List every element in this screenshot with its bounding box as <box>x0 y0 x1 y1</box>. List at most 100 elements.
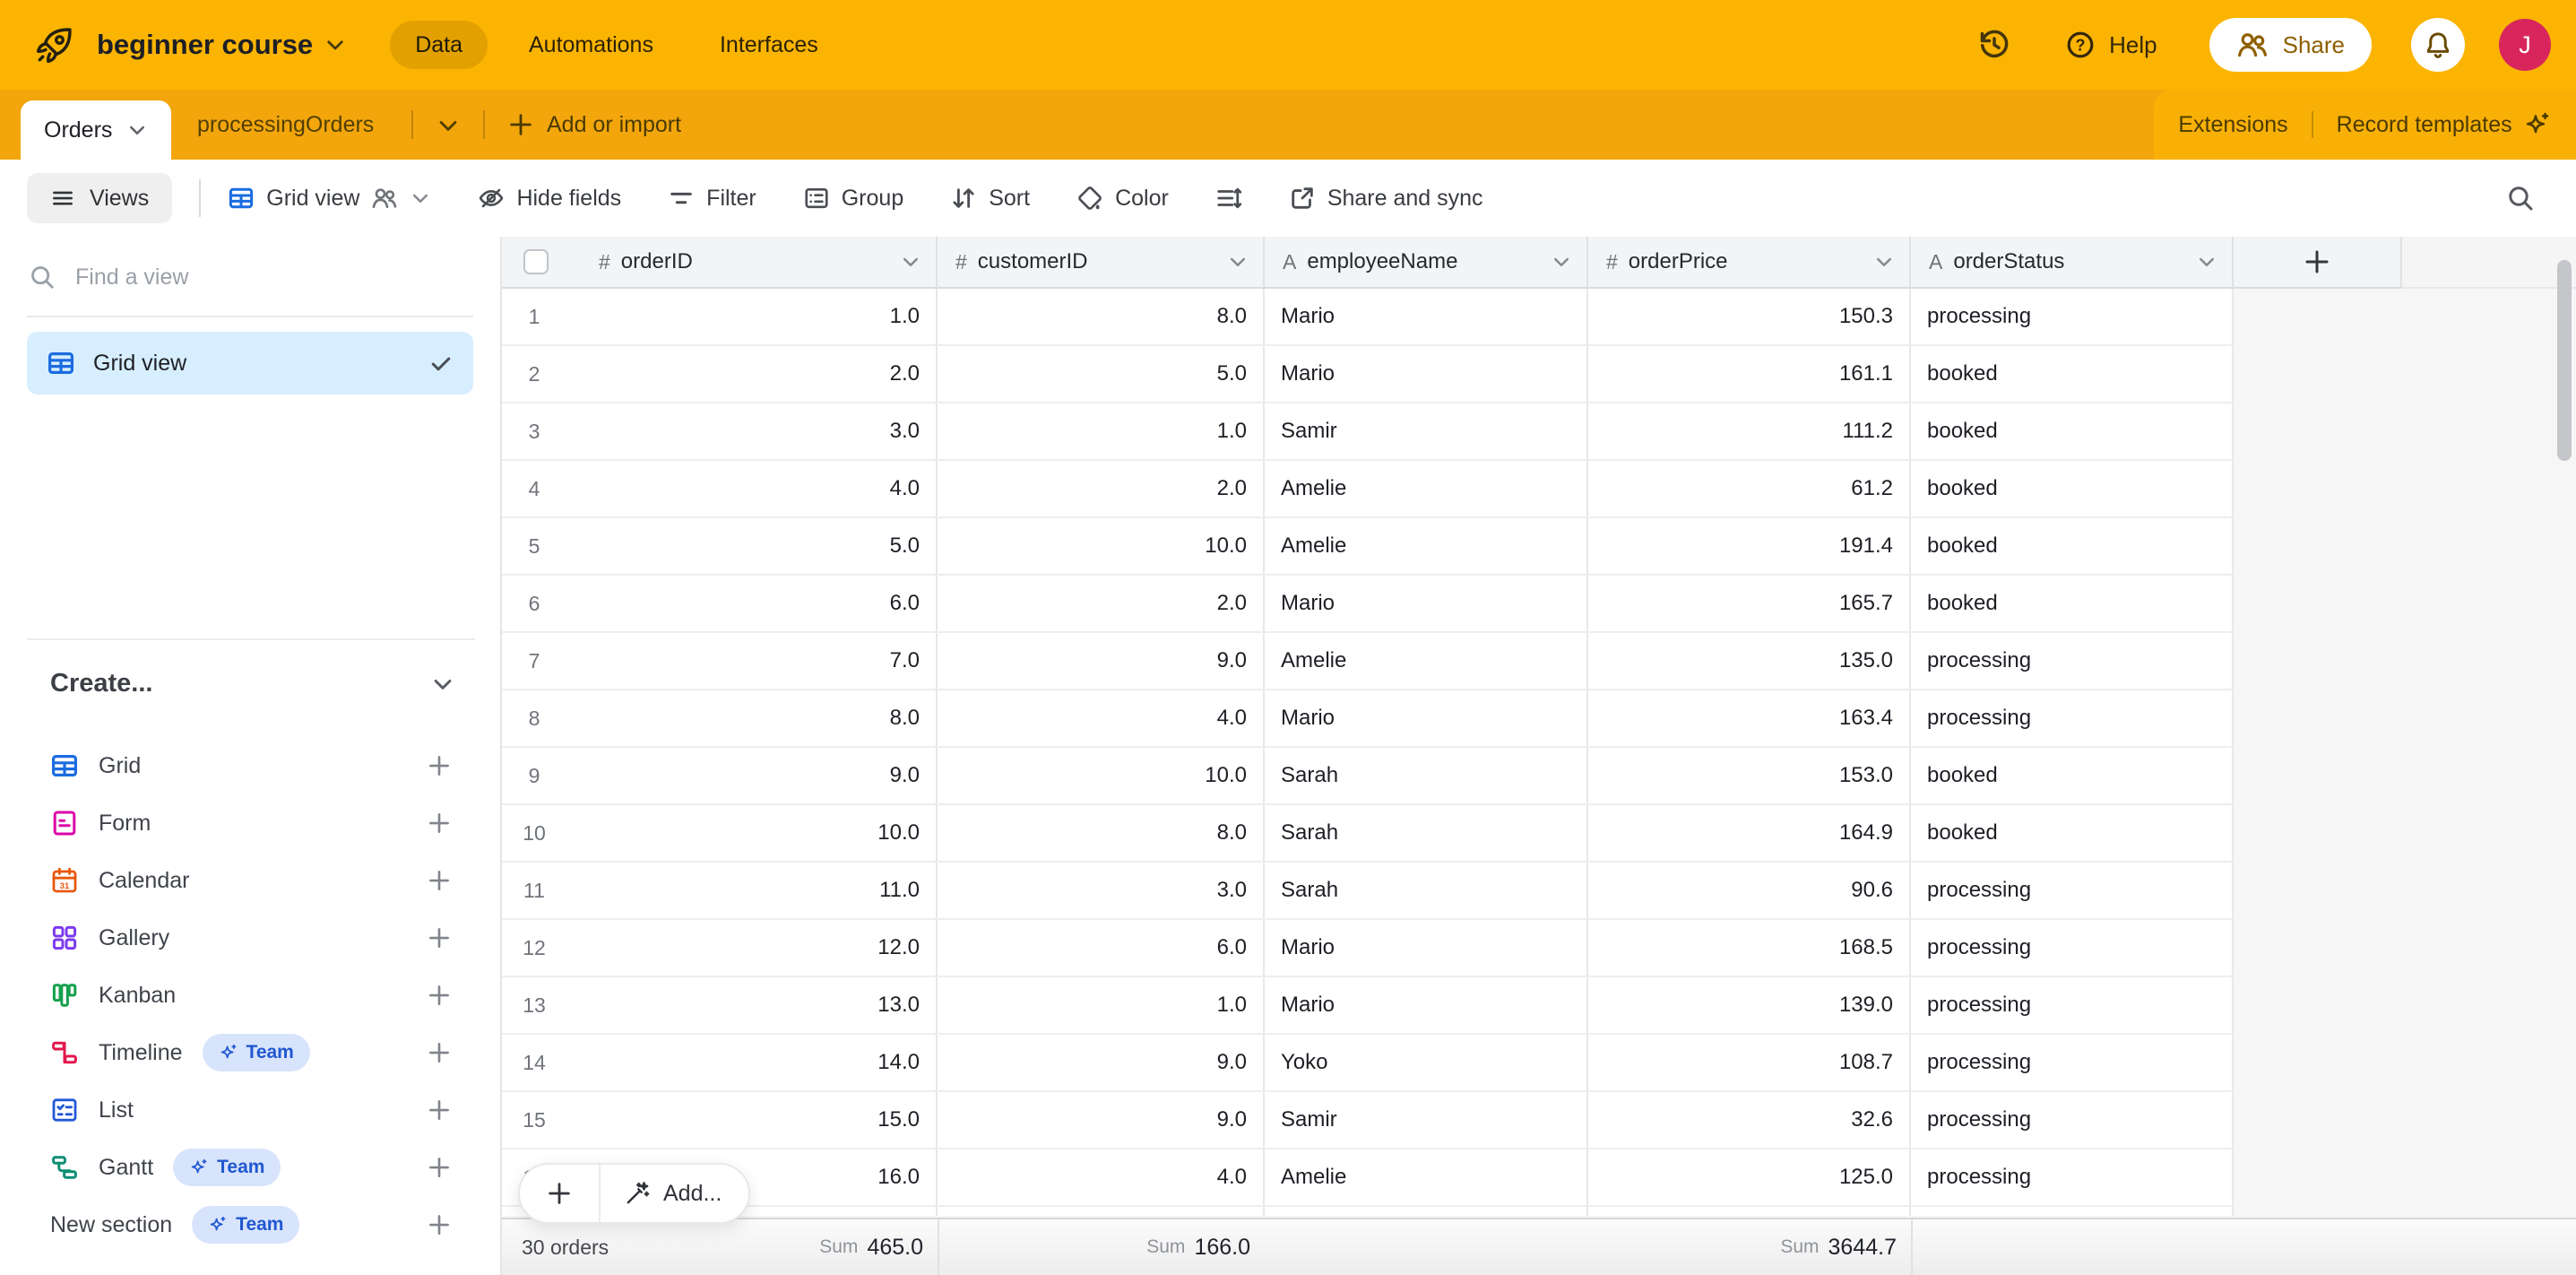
cell-orderstatus[interactable]: booked <box>1911 461 2234 516</box>
cell-orderid[interactable]: 11.0 <box>502 289 938 344</box>
cell-employeename[interactable]: Mario <box>1265 576 1588 631</box>
add-view-button[interactable] <box>427 983 452 1008</box>
cell-orderid[interactable]: 55.0 <box>502 518 938 574</box>
hide-fields-button[interactable]: Hide fields <box>478 185 621 212</box>
cell-orderstatus[interactable]: booked <box>1911 346 2234 402</box>
cell-orderprice[interactable]: 125.0 <box>1588 1149 1911 1205</box>
cell-customerid[interactable]: 8.0 <box>938 805 1265 861</box>
column-header-orderid[interactable]: #orderID <box>502 237 938 289</box>
chevron-down-icon[interactable] <box>324 33 347 56</box>
tab-orders[interactable]: Orders <box>21 100 171 160</box>
nav-tab-automations[interactable]: Automations <box>504 21 679 69</box>
cell-orderstatus[interactable]: processing <box>1911 863 2234 918</box>
notifications-button[interactable] <box>2411 18 2465 72</box>
cell-orderid[interactable]: 1111.0 <box>502 863 938 918</box>
cell-orderid[interactable]: 88.0 <box>502 690 938 746</box>
cell-orderid[interactable]: 77.0 <box>502 633 938 689</box>
add-record-button[interactable] <box>520 1165 599 1222</box>
cell-orderid[interactable]: 1515.0 <box>502 1092 938 1148</box>
cell-orderstatus[interactable]: booked <box>1911 403 2234 459</box>
cell-orderprice[interactable]: 165.7 <box>1588 576 1911 631</box>
cell-orderprice[interactable]: 191.4 <box>1588 518 1911 574</box>
find-view-input[interactable] <box>75 265 473 291</box>
cell-customerid[interactable]: 1.0 <box>938 403 1265 459</box>
create-item-kanban[interactable]: Kanban <box>0 967 500 1024</box>
cell-customerid[interactable]: 9.0 <box>938 633 1265 689</box>
add-or-import-button[interactable]: Add or import <box>507 90 681 160</box>
cell-orderid[interactable]: 22.0 <box>502 346 938 402</box>
create-item-list[interactable]: List <box>0 1081 500 1139</box>
add-view-button[interactable] <box>427 1097 452 1123</box>
create-section-header[interactable]: Create... <box>50 669 455 698</box>
workspace-title[interactable]: beginner course <box>97 29 313 61</box>
cell-employeename[interactable]: Mario <box>1265 977 1588 1033</box>
cell-employeename[interactable]: Yoko <box>1265 1035 1588 1090</box>
search-icon[interactable] <box>2506 184 2535 212</box>
cell-orderprice[interactable]: 153.0 <box>1588 748 1911 803</box>
share-and-sync-button[interactable]: Share and sync <box>1289 185 1483 212</box>
views-button[interactable]: Views <box>27 173 172 223</box>
cell-orderstatus[interactable]: processing <box>1911 920 2234 976</box>
cell-customerid[interactable]: 9.0 <box>938 1092 1265 1148</box>
table-list-chevron-icon[interactable] <box>436 113 461 138</box>
cell-orderid[interactable]: 1414.0 <box>502 1035 938 1090</box>
add-view-button[interactable] <box>427 925 452 950</box>
cell-orderprice[interactable]: 164.9 <box>1588 805 1911 861</box>
record-templates-button[interactable]: Record templates <box>2337 112 2512 138</box>
cell-employeename[interactable]: Mario <box>1265 690 1588 746</box>
cell-orderprice[interactable]: 111.2 <box>1588 403 1911 459</box>
cell-customerid[interactable]: 6.0 <box>938 920 1265 976</box>
create-item-new-section[interactable]: New sectionTeam <box>0 1196 500 1253</box>
cell-orderstatus[interactable]: processing <box>1911 289 2234 344</box>
cell-orderstatus[interactable]: processing <box>1911 1092 2234 1148</box>
cell-orderprice[interactable]: 163.4 <box>1588 690 1911 746</box>
cell-employeename[interactable]: Amelie <box>1265 633 1588 689</box>
cell-orderstatus[interactable]: processing <box>1911 633 2234 689</box>
cell-employeename[interactable]: Sarah <box>1265 748 1588 803</box>
tab-processingorders[interactable]: processingOrders <box>197 90 374 160</box>
add-view-button[interactable] <box>427 1155 452 1180</box>
cell-orderstatus[interactable]: booked <box>1911 576 2234 631</box>
filter-button[interactable]: Filter <box>668 185 756 212</box>
add-view-button[interactable] <box>427 868 452 893</box>
cell-orderprice[interactable]: 32.6 <box>1588 1092 1911 1148</box>
cell-orderstatus[interactable]: booked <box>1911 805 2234 861</box>
create-item-gallery[interactable]: Gallery <box>0 909 500 967</box>
color-button[interactable]: Color <box>1076 185 1169 212</box>
cell-employeename[interactable]: Mario <box>1265 346 1588 402</box>
select-all-checkbox[interactable] <box>523 249 549 274</box>
cell-customerid[interactable]: 4.0 <box>938 1149 1265 1205</box>
cell-customerid[interactable]: 1.0 <box>938 977 1265 1033</box>
cell-employeename[interactable]: Mario <box>1265 289 1588 344</box>
cell-orderprice[interactable]: 150.3 <box>1588 289 1911 344</box>
add-view-button[interactable] <box>427 811 452 836</box>
cell-customerid[interactable]: 4.0 <box>938 690 1265 746</box>
cell-orderstatus[interactable]: processing <box>1911 1149 2234 1205</box>
cell-customerid[interactable]: 10.0 <box>938 748 1265 803</box>
cell-customerid[interactable]: 5.0 <box>938 346 1265 402</box>
column-header-customerid[interactable]: #customerID <box>938 237 1265 289</box>
cell-orderstatus[interactable]: processing <box>1911 977 2234 1033</box>
cell-employeename[interactable]: Amelie <box>1265 518 1588 574</box>
avatar[interactable]: J <box>2499 19 2551 71</box>
sidebar-view-grid-view[interactable]: Grid view <box>27 332 473 395</box>
cell-orderid[interactable]: 99.0 <box>502 748 938 803</box>
column-header-orderstatus[interactable]: AorderStatus <box>1911 237 2234 289</box>
cell-orderid[interactable]: 66.0 <box>502 576 938 631</box>
cell-orderstatus[interactable]: processing <box>1911 690 2234 746</box>
group-button[interactable]: Group <box>803 185 903 212</box>
cell-orderid[interactable]: 33.0 <box>502 403 938 459</box>
cell-orderid[interactable]: 1313.0 <box>502 977 938 1033</box>
cell-orderprice[interactable]: 61.2 <box>1588 461 1911 516</box>
cell-orderprice[interactable]: 90.6 <box>1588 863 1911 918</box>
cell-customerid[interactable]: 2.0 <box>938 576 1265 631</box>
cell-employeename[interactable]: Amelie <box>1265 1149 1588 1205</box>
cell-employeename[interactable]: Samir <box>1265 403 1588 459</box>
vertical-scrollbar-thumb[interactable] <box>2557 260 2572 461</box>
cell-orderprice[interactable]: 168.5 <box>1588 920 1911 976</box>
cell-customerid[interactable]: 3.0 <box>938 863 1265 918</box>
cell-orderprice[interactable]: 139.0 <box>1588 977 1911 1033</box>
create-item-timeline[interactable]: TimelineTeam <box>0 1024 500 1081</box>
column-header-employeename[interactable]: AemployeeName <box>1265 237 1588 289</box>
cell-orderstatus[interactable]: booked <box>1911 518 2234 574</box>
